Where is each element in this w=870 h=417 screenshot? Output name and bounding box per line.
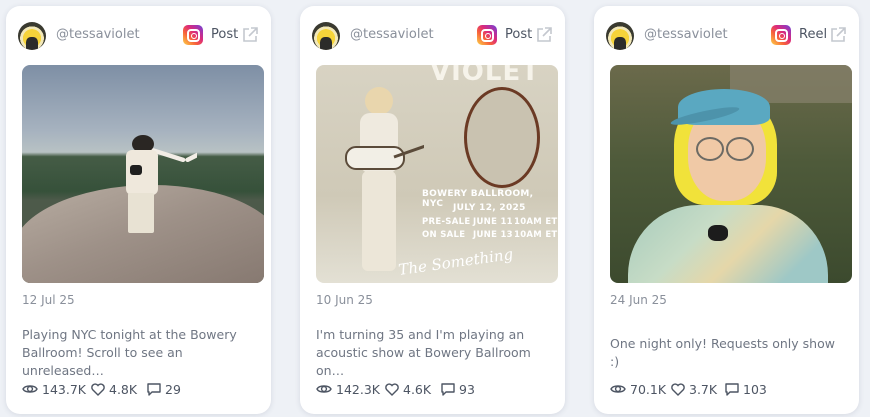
post-image[interactable]: VIOLET BOWERY BALLROOM, NYC JULY 12, 202… [316,65,558,283]
post-type-label: Post [211,27,239,42]
poster-title: VIOLET [430,65,540,87]
card-header: @tessaviolet Post [18,20,259,52]
eye-icon [22,385,38,393]
lapel-mic [708,225,728,241]
post-type-label: Post [505,27,533,42]
onsale-date: JUNE 13 [473,230,513,240]
comments-count: 103 [743,382,767,397]
eye-icon [316,385,332,393]
comments-count: 29 [165,382,181,397]
comments-count: 93 [459,382,475,397]
guitarist-figure [345,87,424,271]
post-date: 12 Jul 25 [22,293,75,307]
caption-line-1: One night only! Requests only show :) [610,336,835,369]
heart-icon [91,383,105,396]
caption-line-1: I'm turning 35 and I'm playing an [316,327,525,342]
poster-mirror [464,87,540,188]
heart-icon [385,383,399,396]
external-link-icon[interactable] [535,26,553,44]
avatar[interactable] [18,22,46,50]
poster-show-date: JULY 12, 2025 [453,203,526,213]
avatar[interactable] [606,22,634,50]
external-link-icon[interactable] [829,26,847,44]
post-date: 10 Jun 25 [316,293,373,307]
post-date: 24 Jun 25 [610,293,667,307]
post-card-3[interactable]: @tessaviolet Reel 24 Jun 25 One night on… [594,6,859,414]
post-image[interactable] [22,65,264,283]
post-card-2[interactable]: @tessaviolet Post VIOLET BOWERY BALLROOM… [300,6,565,414]
views-count: 143.7K [42,382,86,397]
likes-count: 3.7K [689,382,718,397]
likes-count: 4.6K [403,382,432,397]
post-card-1[interactable]: @tessaviolet Post 12 Jul 25 Playing NYC … [6,6,271,414]
caption-line-2: Ballroom! Scroll to see an unreleased… [22,345,183,378]
presale-date: JUNE 11 [473,217,513,227]
likes-count: 4.8K [109,382,138,397]
card-header: @tessaviolet Post [312,20,553,52]
post-caption[interactable]: One night only! Requests only show :) [610,335,843,371]
presale-time: 10AM ET [514,217,558,227]
person-legs [128,193,154,233]
username[interactable]: @tessaviolet [644,27,728,42]
post-caption[interactable]: I'm turning 35 and I'm playing an acoust… [316,326,549,380]
onsale-label: ON SALE [422,230,466,240]
eye-icon [610,385,626,393]
card-header: @tessaviolet Reel [606,20,847,52]
comment-icon [441,383,455,396]
comment-icon [147,383,161,396]
person-bag [130,165,142,175]
external-link-icon[interactable] [241,26,259,44]
post-caption[interactable]: Playing NYC tonight at the Bowery Ballro… [22,326,255,380]
tie-dye-shirt [628,205,828,283]
instagram-icon [771,25,791,45]
caption-line-2: acoustic show at Bowery Ballroom on… [316,345,531,378]
views-count: 142.3K [336,382,380,397]
comment-icon [725,383,739,396]
caption-line-1: Playing NYC tonight at the Bowery [22,327,237,342]
post-type-label: Reel [799,27,828,42]
instagram-icon [477,25,497,45]
presale-label: PRE-SALE [422,217,471,227]
username[interactable]: @tessaviolet [350,27,434,42]
post-image[interactable] [610,65,852,283]
views-count: 70.1K [630,382,667,397]
username[interactable]: @tessaviolet [56,27,140,42]
glasses-left [696,137,724,161]
glasses-right [726,137,754,161]
onsale-time: 10AM ET [514,230,558,240]
heart-icon [671,383,685,396]
avatar[interactable] [312,22,340,50]
instagram-icon [183,25,203,45]
